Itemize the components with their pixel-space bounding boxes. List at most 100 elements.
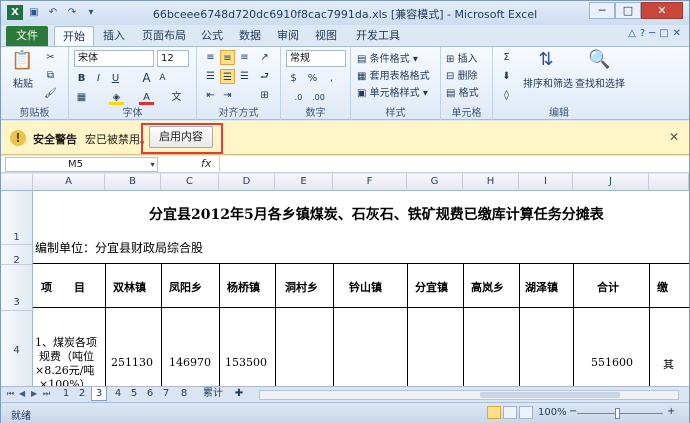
align-center-icon[interactable]: ☰ (220, 69, 235, 84)
header-total[interactable]: 合计 (597, 279, 619, 295)
sheet-tab-6[interactable]: 6 (143, 387, 157, 401)
shrink-font-button[interactable]: A (155, 71, 170, 86)
sheet-tab-4[interactable]: 4 (111, 387, 125, 401)
font-name-select[interactable]: 宋体 (74, 50, 154, 67)
increase-decimal-icon[interactable]: .0 (291, 90, 306, 105)
copy-icon[interactable]: ⧉ (43, 68, 58, 83)
percent-icon[interactable]: % (305, 71, 320, 86)
horizontal-scrollbar[interactable] (259, 390, 679, 400)
insert-function-button[interactable]: fx (201, 157, 211, 170)
number-format-select[interactable]: 常规 (286, 50, 346, 67)
tab-insert[interactable]: 插入 (97, 26, 131, 46)
item-label-line4[interactable]: ×100%） (39, 376, 91, 386)
zoom-level[interactable]: 100% (538, 407, 567, 418)
column-header-j[interactable]: J (573, 174, 649, 191)
tab-review[interactable]: 审阅 (271, 26, 305, 46)
formula-input[interactable] (223, 158, 683, 171)
tab-developer[interactable]: 开发工具 (349, 26, 407, 46)
tab-data[interactable]: 数据 (233, 26, 267, 46)
phonetic-icon[interactable]: 文 (169, 90, 184, 105)
tab-file[interactable]: 文件 (6, 26, 48, 46)
tab-formulas[interactable]: 公式 (195, 26, 229, 46)
merge-center-icon[interactable]: ⊞ (257, 88, 272, 103)
grow-font-button[interactable]: A (139, 71, 154, 86)
sort-filter-button[interactable]: 排序和筛选 (523, 75, 573, 90)
zoom-slider-knob[interactable] (615, 408, 620, 419)
wrap-text-icon[interactable]: ⮐ (257, 69, 272, 84)
column-header-h[interactable]: H (463, 174, 519, 191)
normal-view-icon[interactable] (487, 406, 501, 419)
help-icon[interactable]: ? (640, 28, 645, 39)
decrease-decimal-icon[interactable]: .00 (311, 90, 326, 105)
row-header-1[interactable]: 1 (1, 191, 33, 245)
header-overflow[interactable]: 缴 (657, 279, 668, 295)
find-select-button[interactable]: 查找和选择 (575, 75, 625, 90)
unit-label[interactable]: 编制单位：分宜县财政局综合股 (35, 239, 203, 256)
paste-button[interactable]: 粘贴 (13, 75, 33, 90)
value-yangqiao[interactable]: 153500 (225, 356, 267, 369)
header-huze[interactable]: 湖泽镇 (525, 279, 558, 295)
insert-sheet-icon[interactable]: ✚ (231, 387, 247, 401)
name-box[interactable]: M5 (5, 157, 158, 172)
minimize-button[interactable]: ─ (589, 2, 615, 19)
sheet-tab-1[interactable]: 1 (59, 387, 73, 401)
column-header-c[interactable]: C (161, 174, 219, 191)
column-header-i[interactable]: I (519, 174, 573, 191)
format-painter-icon[interactable]: 🖌 (43, 86, 58, 101)
format-cells-button[interactable]: ▤ 格式 (446, 84, 479, 99)
font-color-button[interactable]: A (139, 90, 154, 105)
close-button[interactable]: ✕ (641, 2, 683, 19)
column-header-e[interactable]: E (275, 174, 333, 191)
borders-icon[interactable]: ▦ (74, 90, 89, 105)
header-fenyi[interactable]: 分宜镇 (415, 279, 448, 295)
row-header-3[interactable]: 3 (1, 265, 33, 311)
workbook-minimize-icon[interactable]: ─ (649, 28, 655, 39)
tab-home[interactable]: 开始 (54, 26, 94, 46)
sheet-title[interactable]: 分宜县2012年5月各乡镇煤炭、石灰石、铁矿规费已缴库计算任务分摊表 (149, 204, 604, 224)
sheet-tab-2[interactable]: 2 (75, 387, 89, 401)
header-item[interactable]: 项 目 (41, 279, 85, 295)
row-header-2[interactable]: 2 (1, 245, 33, 266)
sort-filter-icon[interactable]: ⇅ (535, 50, 557, 70)
header-shuanglin[interactable]: 双林镇 (113, 279, 146, 295)
name-box-dropdown-icon[interactable]: ▾ (145, 157, 160, 172)
workbook-close-icon[interactable]: ✕ (673, 28, 681, 39)
sheet-tab-8[interactable]: 8 (177, 387, 191, 401)
autosum-icon[interactable]: Σ (499, 50, 514, 65)
paste-icon[interactable]: 📋 (11, 51, 33, 71)
column-header-b[interactable]: B (105, 174, 161, 191)
header-yangqiao[interactable]: 杨桥镇 (227, 279, 260, 295)
conditional-format-button[interactable]: ▤ 条件格式 ▾ (357, 50, 418, 65)
clear-icon[interactable]: ◊ (499, 88, 514, 103)
sheet-tab-7[interactable]: 7 (159, 387, 173, 401)
value-fengyang[interactable]: 146970 (169, 356, 211, 369)
workbook-restore-icon[interactable]: □ (659, 28, 668, 39)
font-size-select[interactable]: 12 (157, 50, 189, 67)
increase-indent-icon[interactable]: ⇥ (220, 88, 235, 103)
zoom-slider[interactable] (577, 413, 663, 414)
bold-button[interactable]: B (74, 71, 89, 86)
comma-icon[interactable]: , (324, 71, 339, 86)
value-shuanglin[interactable]: 251130 (111, 356, 153, 369)
format-as-table-button[interactable]: ▦ 套用表格格式 (357, 67, 430, 82)
delete-cells-button[interactable]: ⊟ 删除 (446, 67, 478, 82)
fill-color-icon[interactable]: ◈ (109, 90, 124, 105)
header-dongcun[interactable]: 洞村乡 (285, 279, 318, 295)
maximize-button[interactable]: □ (615, 2, 641, 19)
close-warning-icon[interactable]: ✕ (669, 130, 679, 144)
column-header-g[interactable]: G (407, 174, 463, 191)
column-header-f[interactable]: F (333, 174, 407, 191)
align-middle-icon[interactable]: ≡ (220, 50, 235, 65)
select-all-corner[interactable] (1, 174, 33, 191)
sheet-tab-3[interactable]: 3 (91, 387, 107, 401)
tab-page-layout[interactable]: 页面布局 (135, 26, 193, 46)
minimize-ribbon-icon[interactable]: △ (628, 28, 636, 39)
prev-sheet-icon[interactable]: ◀ (19, 389, 25, 398)
italic-button[interactable]: I (91, 71, 106, 86)
sheet-tab-5[interactable]: 5 (127, 387, 141, 401)
decrease-indent-icon[interactable]: ⇤ (203, 88, 218, 103)
zoom-out-button[interactable]: − (569, 406, 577, 417)
underline-button[interactable]: U (108, 71, 123, 86)
header-fengyang[interactable]: 凤阳乡 (169, 279, 202, 295)
align-top-icon[interactable]: ≡ (203, 50, 218, 65)
